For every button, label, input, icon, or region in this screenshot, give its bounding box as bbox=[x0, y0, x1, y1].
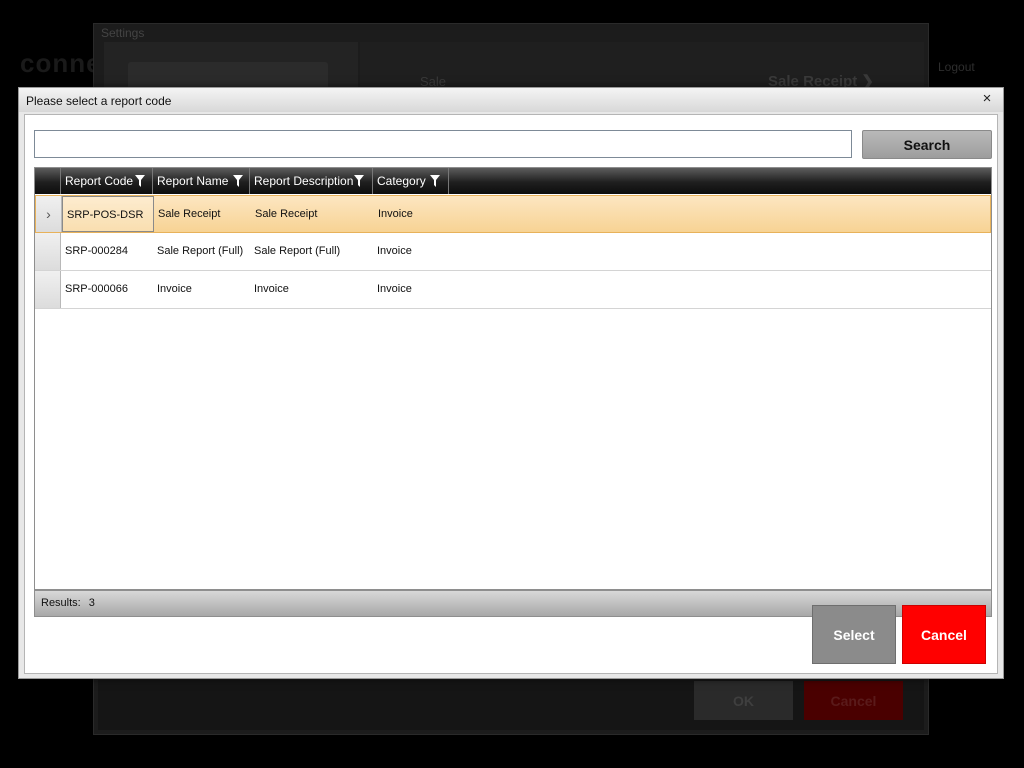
cell-report-name[interactable]: Invoice bbox=[153, 271, 250, 308]
select-button[interactable]: Select bbox=[812, 605, 896, 664]
search-input[interactable] bbox=[34, 130, 852, 158]
grid-header: Report Code Report Name Report Descripti… bbox=[35, 168, 991, 194]
column-header-label: Report Name bbox=[157, 174, 229, 188]
filter-icon[interactable] bbox=[233, 175, 243, 187]
table-row[interactable]: SRP-000284 Sale Report (Full) Sale Repor… bbox=[35, 233, 991, 271]
dialog-titlebar: Please select a report code × bbox=[19, 88, 1003, 112]
column-header-report-name[interactable]: Report Name bbox=[153, 168, 250, 194]
cell-category[interactable]: Invoice bbox=[374, 196, 450, 232]
column-header-label: Report Code bbox=[65, 174, 134, 188]
column-header-report-description[interactable]: Report Description bbox=[250, 168, 373, 194]
cell-report-name[interactable]: Sale Report (Full) bbox=[153, 233, 250, 270]
settings-footer bbox=[98, 680, 924, 730]
column-header-category[interactable]: Category bbox=[373, 168, 449, 194]
row-indicator[interactable] bbox=[35, 233, 61, 270]
row-indicator[interactable]: › bbox=[36, 196, 62, 232]
dialog-title: Please select a report code bbox=[26, 94, 172, 108]
cell-report-description[interactable]: Invoice bbox=[250, 271, 373, 308]
column-header-label: Category bbox=[377, 174, 426, 188]
filter-icon[interactable] bbox=[354, 175, 364, 187]
search-button[interactable]: Search bbox=[862, 130, 992, 159]
report-code-dialog: Please select a report code × Search Rep… bbox=[18, 87, 1004, 679]
dialog-body: Search Report Code Report Name Report De… bbox=[24, 114, 998, 674]
table-row[interactable]: › SRP-POS-DSR Sale Receipt Sale Receipt … bbox=[35, 195, 991, 233]
report-grid: Report Code Report Name Report Descripti… bbox=[34, 167, 992, 590]
settings-ok-button[interactable]: OK bbox=[694, 681, 793, 720]
cancel-button[interactable]: Cancel bbox=[902, 605, 986, 664]
settings-cancel-button[interactable]: Cancel bbox=[804, 681, 903, 720]
column-header-label: Report Description bbox=[254, 174, 354, 188]
table-row[interactable]: SRP-000066 Invoice Invoice Invoice bbox=[35, 271, 991, 309]
cell-report-code[interactable]: SRP-000284 bbox=[61, 233, 153, 270]
row-indicator-header bbox=[35, 168, 61, 194]
cell-report-description[interactable]: Sale Report (Full) bbox=[250, 233, 373, 270]
results-count: 3 bbox=[88, 597, 95, 609]
cell-report-description[interactable]: Sale Receipt bbox=[251, 196, 374, 232]
cell-report-code[interactable]: SRP-000066 bbox=[61, 271, 153, 308]
cell-category[interactable]: Invoice bbox=[373, 271, 449, 308]
filter-icon[interactable] bbox=[430, 175, 440, 187]
settings-window-title: Settings bbox=[101, 26, 145, 40]
cell-report-name[interactable]: Sale Receipt bbox=[154, 196, 251, 232]
filter-icon[interactable] bbox=[135, 175, 145, 187]
results-label: Results: bbox=[41, 597, 81, 609]
logout-link[interactable]: Logout bbox=[938, 60, 975, 74]
close-icon[interactable]: × bbox=[979, 91, 995, 107]
cell-report-code[interactable]: SRP-POS-DSR bbox=[62, 196, 154, 232]
app-logo-text: conne bbox=[20, 48, 102, 78]
row-indicator[interactable] bbox=[35, 271, 61, 308]
column-header-report-code[interactable]: Report Code bbox=[61, 168, 153, 194]
cell-category[interactable]: Invoice bbox=[373, 233, 449, 270]
